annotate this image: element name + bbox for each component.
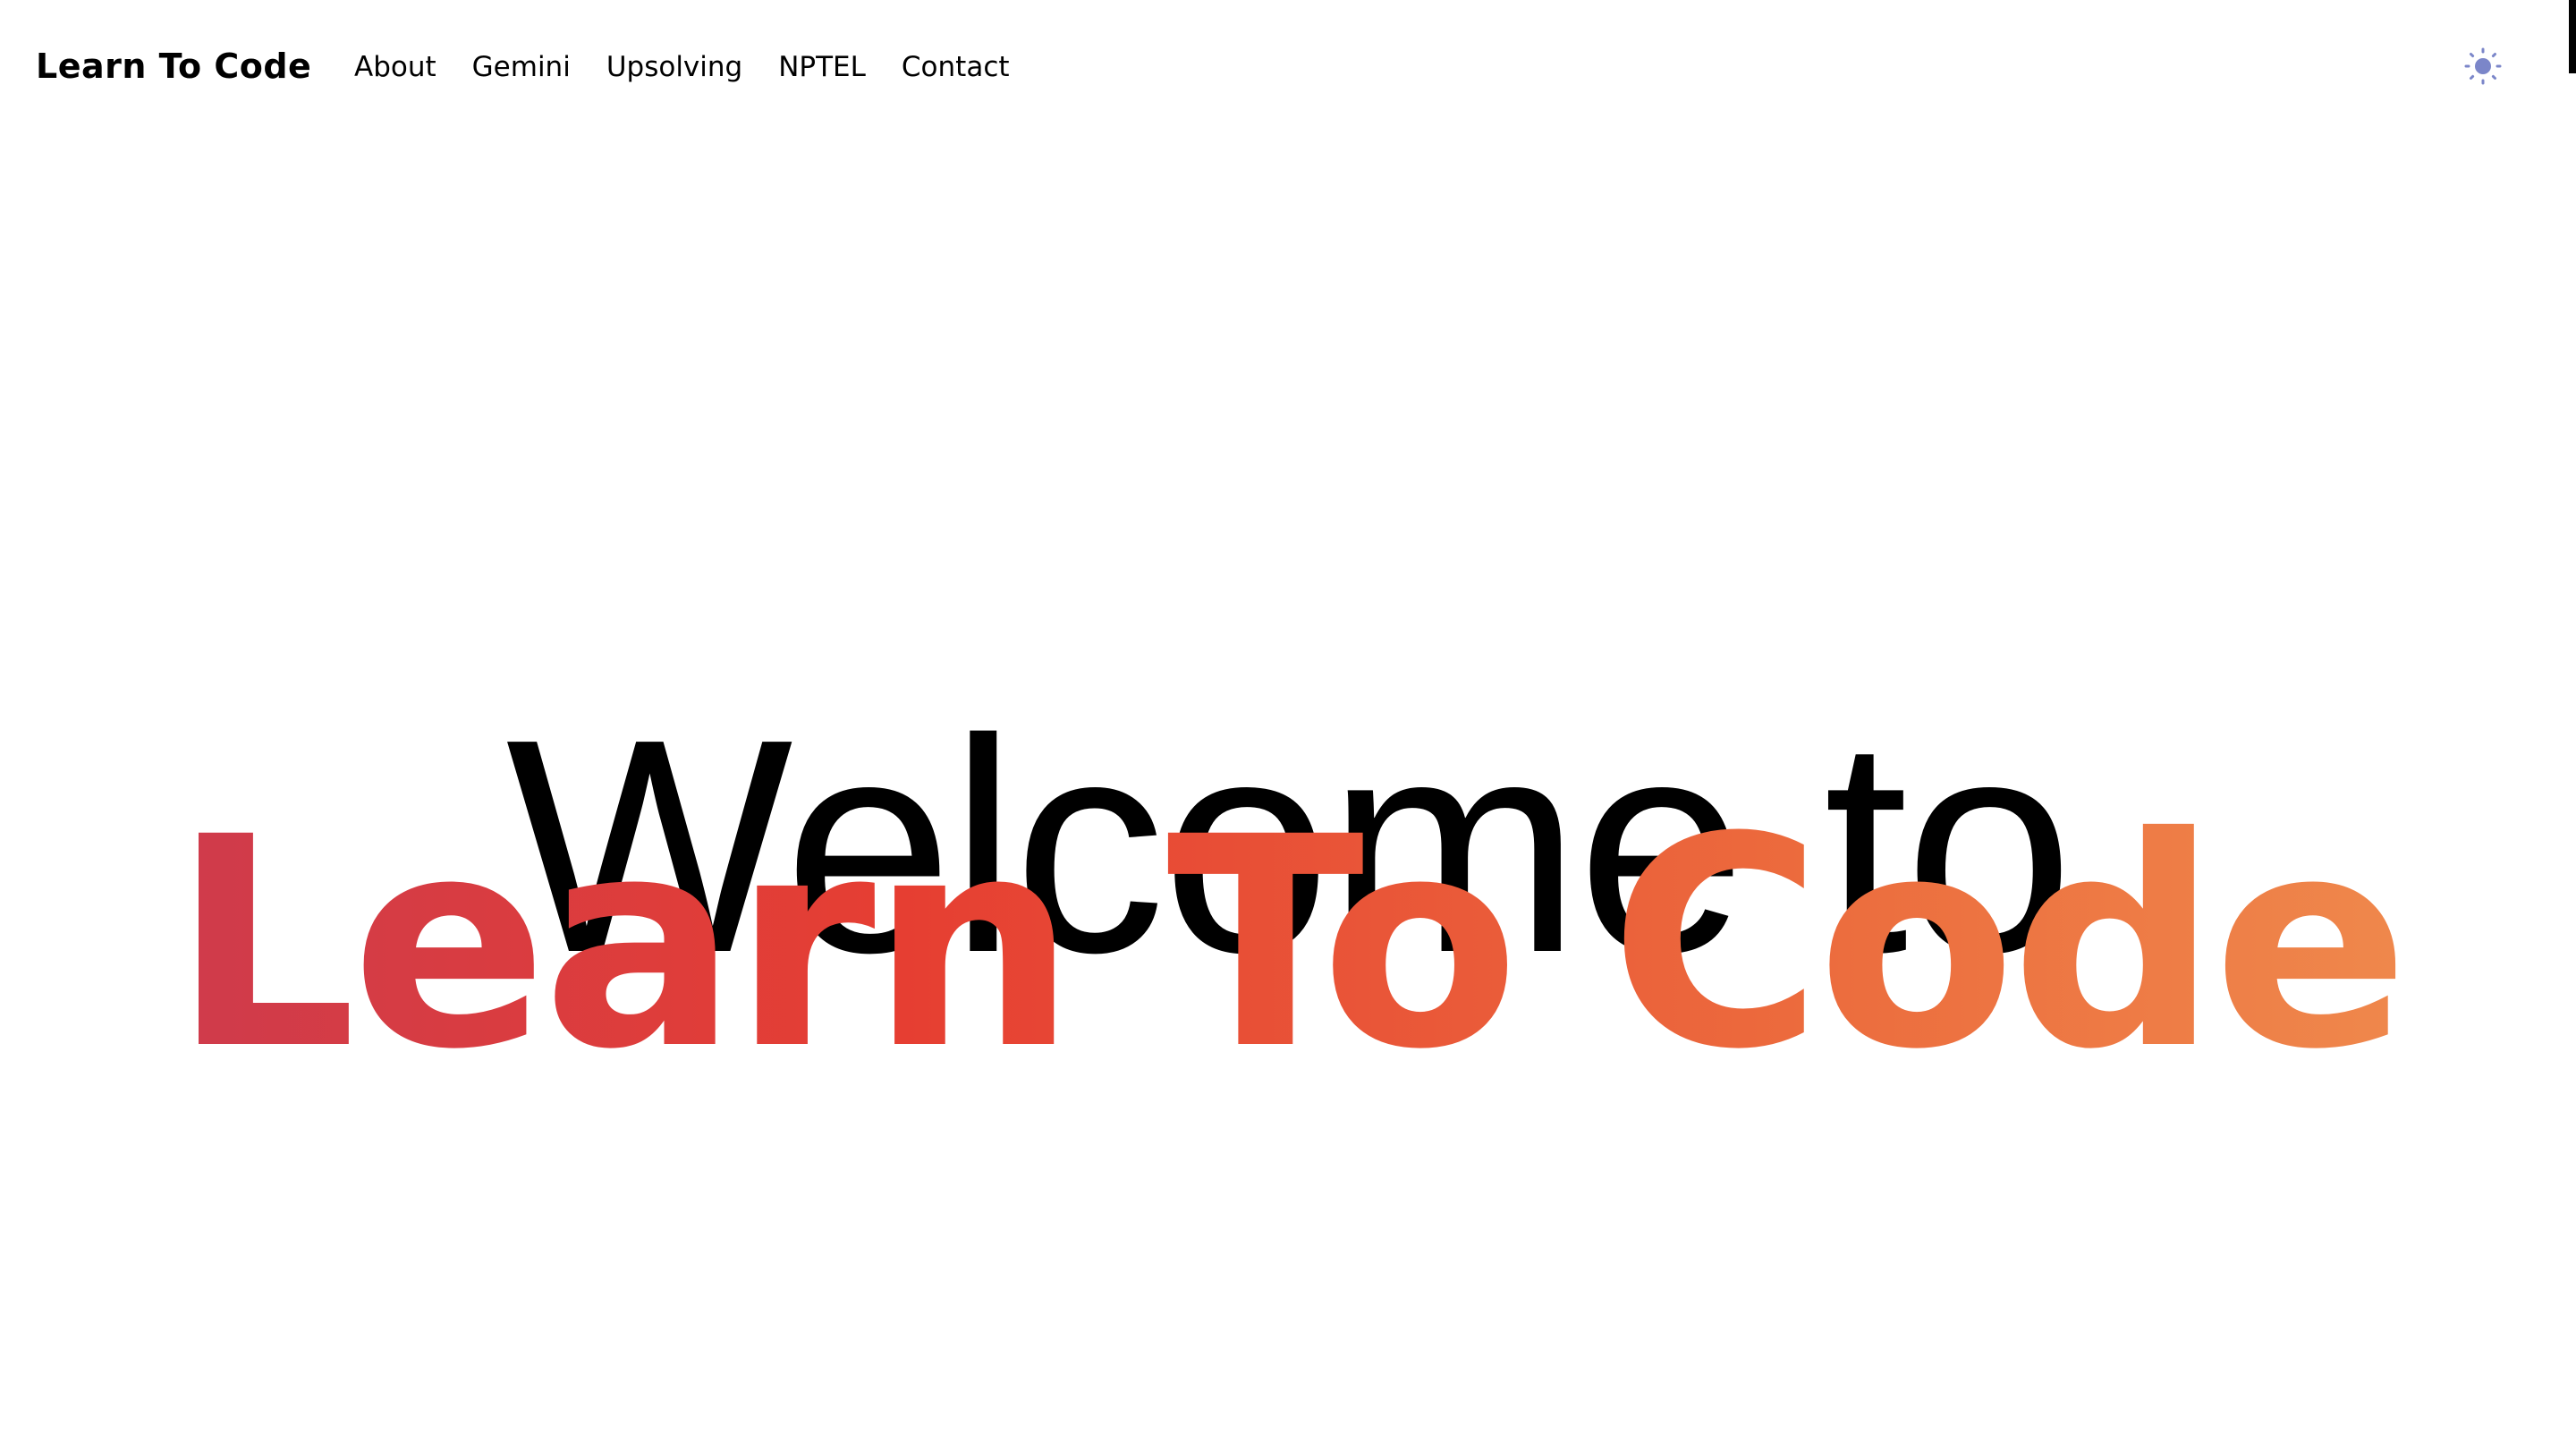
theme-toggle-button[interactable] bbox=[2463, 47, 2503, 86]
nav-links: About Gemini Upsolving NPTEL Contact bbox=[354, 43, 1046, 91]
brand-logo[interactable]: Learn To Code bbox=[36, 41, 311, 91]
top-navigation: Learn To Code About Gemini Upsolving NPT… bbox=[0, 0, 2576, 134]
hero-section: Welcome to Learn To Code bbox=[0, 0, 2576, 1451]
nav-about[interactable]: About bbox=[354, 43, 436, 91]
hero-heading-welcome: Welcome to bbox=[505, 675, 2074, 1016]
nav-nptel[interactable]: NPTEL bbox=[778, 43, 866, 91]
sun-icon bbox=[2464, 47, 2502, 85]
hero-heading-brand: Learn To Code bbox=[0, 784, 2576, 1106]
nav-contact[interactable]: Contact bbox=[902, 43, 1010, 91]
nav-gemini[interactable]: Gemini bbox=[472, 43, 571, 91]
nav-upsolving[interactable]: Upsolving bbox=[606, 43, 742, 91]
